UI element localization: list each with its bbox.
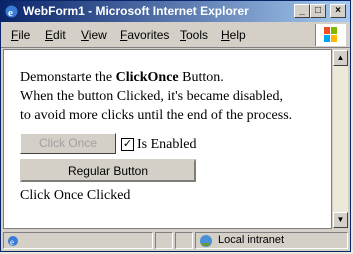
menu-view[interactable]: View [81,28,107,42]
intro-line-3: to avoid more clicks until the end of th… [20,108,293,123]
maximize-button[interactable]: □ [310,4,326,18]
minimize-button[interactable]: _ [294,4,310,18]
close-button[interactable]: × [330,4,346,18]
status-bar: e Local intranet [1,230,350,251]
status-main-pane: e [3,232,153,249]
page-content: Demonstarte the ClickOnce Button. When t… [3,49,332,229]
local-intranet-icon [200,235,212,247]
regular-button[interactable]: Regular Button [20,159,196,182]
status-pane-2 [175,232,193,249]
menu-help[interactable]: Help [221,28,246,42]
clickonce-term: ClickOnce [115,70,179,85]
svg-text:e: e [8,7,13,19]
vertical-scrollbar[interactable]: ▲ ▼ [332,49,349,229]
menu-tools[interactable]: Tools [180,28,208,42]
scroll-down-arrow-icon[interactable]: ▼ [333,212,348,228]
menu-edit[interactable]: Edit [45,28,66,42]
status-pane-1 [155,232,173,249]
windows-logo-icon [315,24,346,46]
scroll-up-arrow-icon[interactable]: ▲ [333,50,348,66]
intro-line-2: When the button Clicked, it's became dis… [20,89,284,104]
is-enabled-checkbox[interactable]: ✓ [121,138,134,151]
menu-file[interactable]: File [11,28,30,42]
svg-text:e: e [10,237,14,247]
title-bar[interactable]: e WebForm1 - Microsoft Internet Explorer… [1,1,350,22]
internet-explorer-icon: e [5,5,18,19]
window-title: WebForm1 - Microsoft Internet Explorer [23,4,249,18]
status-message: Click Once Clicked [20,188,131,203]
is-enabled-label: Is Enabled [137,137,197,152]
menu-favorites[interactable]: Favorites [120,28,169,42]
page-done-icon: e [8,236,18,247]
click-once-button[interactable]: Click Once [20,133,116,154]
intro-line-1: Demonstarte the ClickOnce Button. [20,70,224,85]
browser-window: e WebForm1 - Microsoft Internet Explorer… [0,0,351,252]
menu-bar: File Edit View Favorites Tools Help [1,23,350,48]
zone-label: Local intranet [218,234,285,246]
status-zone-pane: Local intranet [195,232,348,249]
